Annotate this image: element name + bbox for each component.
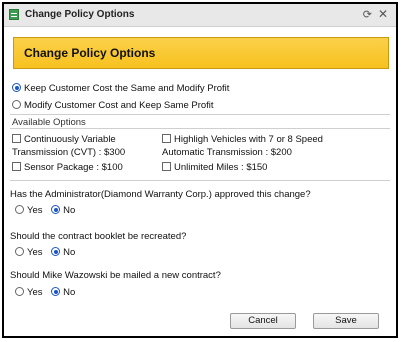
yes-label: Yes bbox=[27, 247, 43, 258]
option-label: Continuously Variable bbox=[24, 134, 116, 145]
question-admin-approved: Has the Administrator(Diamond Warranty C… bbox=[10, 189, 311, 200]
question-mail-contract: Should Mike Wazowski be mailed a new con… bbox=[10, 270, 221, 281]
section-divider bbox=[10, 180, 390, 181]
question-booklet-recreated: Should the contract booklet be recreated… bbox=[10, 231, 187, 242]
yes-label: Yes bbox=[27, 287, 43, 298]
checkbox[interactable] bbox=[12, 162, 21, 171]
option-label: Highligh Vehicles with 7 or 8 Speed bbox=[174, 134, 323, 145]
no-label: No bbox=[63, 287, 76, 298]
radio-yes[interactable] bbox=[15, 205, 24, 214]
available-options-heading: Available Options bbox=[12, 117, 86, 128]
save-button[interactable]: Save bbox=[313, 313, 379, 329]
radio-no[interactable] bbox=[51, 205, 61, 214]
banner-title: Change Policy Options bbox=[24, 46, 156, 60]
header-banner: Change Policy Options bbox=[13, 37, 389, 69]
mode-option-label: Keep Customer Cost the Same and Modify P… bbox=[24, 83, 230, 94]
checkbox[interactable] bbox=[12, 134, 21, 143]
option-label: Sensor Package : $100 bbox=[24, 162, 123, 173]
answer-group-admin-approved: Yes No bbox=[15, 205, 75, 216]
option-cvt[interactable]: Continuously Variable bbox=[12, 134, 116, 145]
restore-icon[interactable]: ⟳ bbox=[363, 8, 372, 21]
radio-unselected-icon[interactable] bbox=[12, 100, 21, 109]
option-cvt-price: Transmission (CVT) : $300 bbox=[12, 147, 126, 158]
app-icon bbox=[9, 9, 19, 20]
section-divider bbox=[10, 128, 390, 129]
option-7-8-speed[interactable]: Highligh Vehicles with 7 or 8 Speed bbox=[162, 134, 323, 145]
checkbox[interactable] bbox=[162, 162, 171, 171]
close-icon[interactable]: ✕ bbox=[378, 7, 388, 21]
radio-yes[interactable] bbox=[15, 287, 24, 296]
answer-group-mail-contract: Yes No bbox=[15, 287, 75, 298]
mode-option-keep-cost[interactable]: Keep Customer Cost the Same and Modify P… bbox=[12, 83, 229, 94]
option-unlimited-miles[interactable]: Unlimited Miles : $150 bbox=[162, 162, 267, 173]
answer-group-booklet-recreated: Yes No bbox=[15, 247, 75, 258]
option-sensor-package[interactable]: Sensor Package : $100 bbox=[12, 162, 123, 173]
option-label: Unlimited Miles : $150 bbox=[174, 162, 268, 173]
mode-option-label: Modify Customer Cost and Keep Same Profi… bbox=[24, 100, 214, 111]
section-divider bbox=[10, 114, 390, 115]
radio-yes[interactable] bbox=[15, 247, 24, 256]
yes-label: Yes bbox=[27, 205, 43, 216]
radio-selected-icon[interactable] bbox=[12, 83, 21, 92]
radio-no[interactable] bbox=[51, 287, 61, 296]
cancel-button[interactable]: Cancel bbox=[230, 313, 296, 329]
window-title: Change Policy Options bbox=[25, 9, 135, 20]
radio-no[interactable] bbox=[51, 247, 61, 256]
no-label: No bbox=[63, 247, 76, 258]
title-bar[interactable]: Change Policy Options ⟳ ✕ bbox=[4, 4, 396, 27]
checkbox[interactable] bbox=[162, 134, 171, 143]
mode-option-modify-cost[interactable]: Modify Customer Cost and Keep Same Profi… bbox=[12, 100, 214, 111]
dialog-window: Change Policy Options ⟳ ✕ Change Policy … bbox=[2, 2, 398, 338]
no-label: No bbox=[63, 205, 76, 216]
option-7-8-speed-price: Automatic Transmission : $200 bbox=[162, 147, 292, 158]
